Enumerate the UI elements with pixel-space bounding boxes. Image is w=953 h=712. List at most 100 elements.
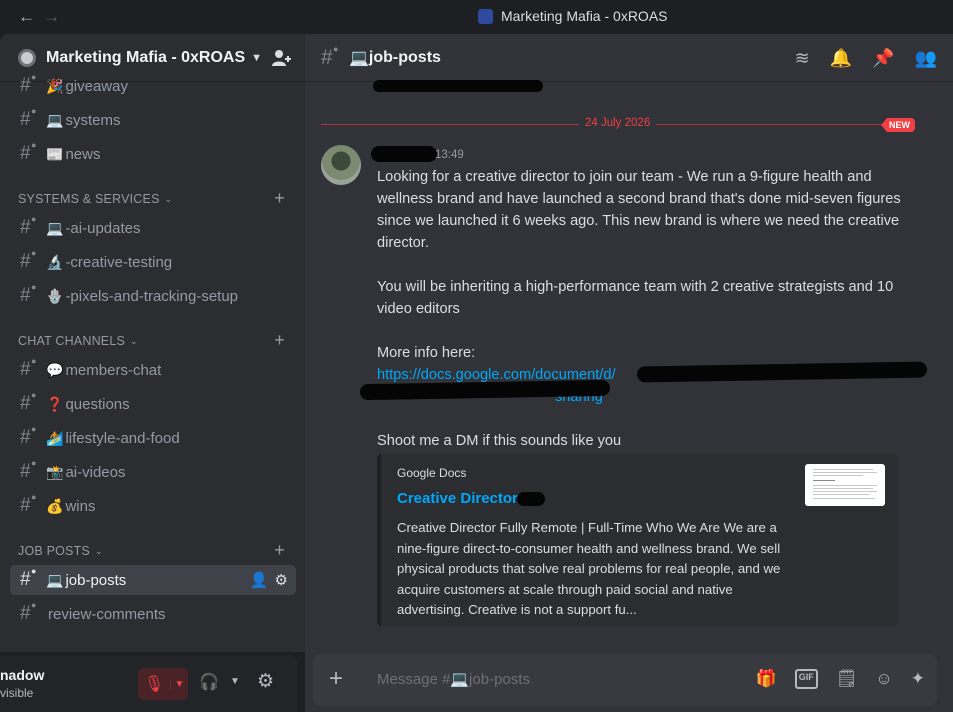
message-composer: + 🎁 GIF 🗒 ☺ ✦ [313,654,937,706]
chevron-down-icon: ⌄ [164,193,173,204]
hash-lock-icon: # ● [20,424,37,448]
headphones-icon[interactable]: 🎧 [199,672,219,692]
channel-emoji: 📰 [46,145,64,162]
divider-date: 24 July 2026 [579,117,657,129]
hash-lock-icon: # ● [20,566,37,590]
hash-lock-icon: # ● [20,248,37,272]
apps-icon[interactable]: ✦ [911,669,925,689]
channel-emoji: 📸 [46,463,64,480]
embed-description: Creative Director Fully Remote | Full-Ti… [397,520,781,617]
channel-label: members-chat [65,361,162,379]
hash-lock-icon: # ● [20,282,37,306]
hash-lock-icon: # ● [20,356,37,380]
message-line: Looking for a creative director to join … [377,169,901,251]
channel-emoji: 🔬 [46,253,64,270]
window-title: Marketing Mafia - 0xROAS [478,8,668,24]
channel-ai-videos[interactable]: # ● 📸 ai-videos [10,457,296,487]
channel-lifestyle-and-food[interactable]: # ● 🏄 lifestyle-and-food [10,423,296,453]
channel-members-chat[interactable]: # ● 💬 members-chat [10,355,296,385]
channel-emoji: 💰 [46,497,64,514]
invite-people-icon[interactable] [271,49,291,67]
hash-lock-icon: # ● [20,390,37,414]
member-list-icon[interactable]: 👥 [915,48,937,69]
create-channel-plus-icon[interactable]: + [274,330,285,351]
channel-pixels-and-tracking-setup[interactable]: # ● 🪬 -pixels-and-tracking-setup [10,281,296,311]
channel-emoji: 💬 [46,361,64,378]
channel-label: lifestyle-and-food [65,429,180,447]
channel-emoji: ❓ [46,395,64,412]
message-line: More info here: [377,345,476,361]
channel-emoji: 🎉 [46,77,64,94]
message-content: Looking for a creative director to join … [377,166,917,452]
microphone-muted-button[interactable]: 🎙 ▼ [138,668,188,700]
channel-label: ai-videos [65,463,126,481]
hash-lock-icon: # ● [20,214,37,238]
channel-actions: 👤 ⚙ [250,571,288,589]
app-logo-icon [478,8,493,24]
link-embed: Google Docs Creative Director Creative D… [377,454,898,626]
channel-systems[interactable]: # ● 💻 systems [10,105,296,135]
forward-arrow-icon[interactable]: → [43,7,60,27]
threads-icon[interactable]: ≋ [795,48,810,69]
channel-label: review-comments [48,605,166,623]
message-line: Shoot me a DM if this sounds like you [377,433,622,449]
hash-lock-icon: # ● [321,43,339,69]
chevron-down-icon: ⌄ [94,545,103,556]
category-systems-services[interactable]: SYSTEMS & SERVICES ⌄ + [18,188,293,208]
channel-label: news [65,145,101,163]
message-input[interactable] [377,671,677,688]
notification-bell-icon[interactable]: 🔔 [830,48,852,69]
back-arrow-icon[interactable]: ← [18,7,35,27]
chat-header: # ● 💻 job-posts ≋ 🔔 📌 👥 [305,34,953,82]
channel-review-comments[interactable]: # ● review-comments [10,599,296,629]
channel-label: job-posts [65,571,127,589]
window-title-text: Marketing Mafia - 0xROAS [501,8,668,24]
channel-news[interactable]: # ● 📰 news [10,139,296,169]
server-boost-icon [18,48,36,67]
upload-plus-icon[interactable]: + [329,665,343,693]
channel-label: -pixels-and-tracking-setup [65,287,239,305]
user-panel: nadow visible 🎙 ▼ 🎧 ▼ ⚙ [0,655,297,712]
channel-emoji: 💻 [46,571,64,588]
user-status: visible [0,686,34,700]
channel-creative-testing[interactable]: # ● 🔬 -creative-testing [10,247,296,277]
channel-emoji: 🪬 [46,287,64,304]
channel-label: questions [65,395,130,413]
chat-area: # ● 💻 job-posts ≋ 🔔 📌 👥 24 July 2026 NEW … [305,34,953,712]
sticker-icon[interactable]: 🗒 [836,669,858,689]
pin-icon[interactable]: 📌 [872,48,894,69]
chevron-down-icon[interactable]: ▼ [170,678,188,690]
channel-emoji: 💻 [46,111,64,128]
user-settings-gear-icon[interactable]: ⚙ [257,670,274,693]
create-channel-plus-icon[interactable]: + [274,540,285,561]
channel-giveaway[interactable]: # ● 🎉 giveaway [10,71,296,101]
channel-emoji: 💻 [349,49,369,67]
channel-ai-updates[interactable]: # ● 💻 -ai-updates [10,213,296,243]
channel-job-posts[interactable]: # ● 💻 job-posts 👤 ⚙ [10,565,296,595]
create-channel-plus-icon[interactable]: + [274,188,285,209]
composer-toolbar: 🎁 GIF 🗒 ☺ ✦ [756,669,925,689]
user-name[interactable]: nadow [0,667,44,683]
avatar[interactable] [321,145,361,185]
channel-label: giveaway [65,77,128,95]
message-timestamp: 13:49 [435,149,464,161]
gift-icon[interactable]: 🎁 [756,669,777,689]
embed-thumbnail[interactable] [805,464,885,506]
emoji-icon[interactable]: ☺ [875,669,892,689]
gif-icon[interactable]: GIF [794,669,818,689]
gear-icon[interactable]: ⚙ [275,571,288,589]
redacted-previous-message [373,80,543,92]
embed-title[interactable]: Creative Director [397,490,518,507]
hash-lock-icon: # ● [20,106,37,130]
category-job-posts[interactable]: JOB POSTS ⌄ + [18,540,293,560]
chevron-down-icon[interactable]: ▼ [230,676,240,687]
channel-wins[interactable]: # ● 💰 wins [10,491,296,521]
channel-questions[interactable]: # ● ❓ questions [10,389,296,419]
category-label: SYSTEMS & SERVICES [18,192,160,206]
invite-people-icon[interactable]: 👤 [250,571,269,589]
hash-lock-icon: # ● [20,458,37,482]
server-sidebar: Marketing Mafia - 0xROAS ▼ # ● 🎉 giveaway… [0,34,305,652]
hash-lock-icon: # ● [20,492,37,516]
category-chat-channels[interactable]: CHAT CHANNELS ⌄ + [18,330,293,350]
channel-list: # ● 🎉 giveaway # ● 💻 systems # ● 📰 news SYS… [0,72,305,652]
